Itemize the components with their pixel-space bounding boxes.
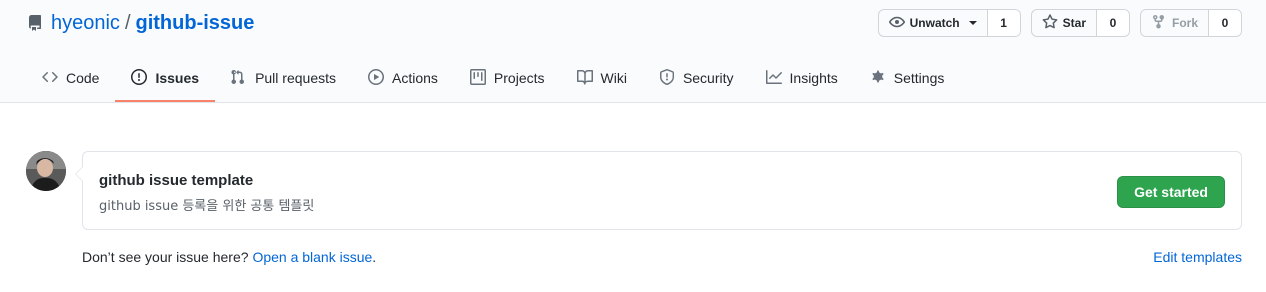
tab-pull-requests[interactable]: Pull requests xyxy=(215,58,352,98)
tab-insights[interactable]: Insights xyxy=(750,58,854,98)
star-button-group: Star 0 xyxy=(1030,9,1130,37)
tab-issues[interactable]: Issues xyxy=(115,58,215,102)
repo-title: hyeonic / github-issue xyxy=(27,10,254,36)
repo-owner-link[interactable]: hyeonic xyxy=(51,12,120,35)
tab-pull-requests-label: Pull requests xyxy=(255,70,336,86)
watch-button-group: Unwatch 1 xyxy=(877,9,1021,37)
git-pull-request-icon xyxy=(231,69,247,88)
blank-issue-prompt: Don’t see your issue here? xyxy=(82,249,253,265)
fork-button[interactable]: Fork xyxy=(1141,10,1209,36)
blank-issue-period: . xyxy=(372,249,377,265)
star-button[interactable]: Star xyxy=(1032,10,1097,36)
tab-wiki-label: Wiki xyxy=(600,70,627,86)
edit-templates-link[interactable]: Edit templates xyxy=(1153,249,1242,265)
watchers-count[interactable]: 1 xyxy=(987,10,1020,36)
repo-icon xyxy=(27,15,43,31)
tab-projects-label: Projects xyxy=(493,70,545,86)
tab-actions-label: Actions xyxy=(392,70,438,86)
repository-header: hyeonic / github-issue Unwatch 1 Star 0 … xyxy=(0,0,1266,103)
gear-icon xyxy=(870,69,886,88)
repo-path-separator: / xyxy=(124,11,131,34)
book-icon xyxy=(576,69,593,88)
issue-opened-icon xyxy=(131,68,148,88)
repo-name-link[interactable]: github-issue xyxy=(136,12,255,35)
issue-template-card: github issue template github issue 등록을 위… xyxy=(75,151,1242,230)
repo-actions: Unwatch 1 Star 0 Fork 0 xyxy=(877,9,1242,37)
repo-nav-tabs: Code Issues Pull requests Actions Projec… xyxy=(26,58,960,103)
fork-icon xyxy=(1151,14,1167,33)
avatar[interactable] xyxy=(26,151,66,191)
forks-count[interactable]: 0 xyxy=(1209,10,1241,36)
tab-security[interactable]: Security xyxy=(643,58,750,98)
fork-button-group: Fork 0 xyxy=(1139,9,1242,37)
tab-code[interactable]: Code xyxy=(26,58,115,98)
open-blank-issue-link[interactable]: Open a blank issue xyxy=(252,249,372,265)
tab-projects[interactable]: Projects xyxy=(454,58,561,98)
template-name: github issue template xyxy=(99,172,254,189)
tab-settings[interactable]: Settings xyxy=(854,58,961,98)
fork-label: Fork xyxy=(1171,16,1198,30)
tab-insights-label: Insights xyxy=(789,70,838,86)
template-description: github issue 등록을 위한 공통 템플릿 xyxy=(99,199,315,214)
project-icon xyxy=(469,68,486,88)
tab-settings-label: Settings xyxy=(893,70,945,86)
tab-security-label: Security xyxy=(682,70,734,86)
get-started-button[interactable]: Get started xyxy=(1117,176,1225,208)
stars-count[interactable]: 0 xyxy=(1096,10,1129,36)
unwatch-label: Unwatch xyxy=(909,16,960,30)
eye-icon xyxy=(888,14,905,33)
play-icon xyxy=(368,68,384,88)
unwatch-button[interactable]: Unwatch xyxy=(879,10,988,36)
star-icon xyxy=(1042,13,1058,33)
graph-icon xyxy=(765,69,782,88)
star-label: Star xyxy=(1062,16,1086,30)
shield-icon xyxy=(659,68,675,88)
code-icon xyxy=(42,69,58,88)
chevron-down-icon xyxy=(968,21,977,25)
tab-code-label: Code xyxy=(66,70,100,86)
blank-issue-note: Don’t see your issue here? Open a blank … xyxy=(82,249,376,265)
tab-actions[interactable]: Actions xyxy=(352,58,454,98)
tab-wiki[interactable]: Wiki xyxy=(561,58,643,98)
tab-issues-label: Issues xyxy=(155,70,200,86)
